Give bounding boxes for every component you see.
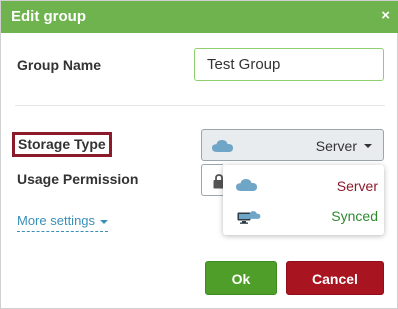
storage-option-server-label: Server (336, 178, 378, 194)
close-icon[interactable]: × (381, 7, 390, 25)
chevron-down-icon (364, 144, 372, 148)
cloud-icon (212, 139, 234, 158)
storage-option-synced[interactable]: Synced (223, 201, 384, 231)
usage-permission-label: Usage Permission (17, 171, 139, 187)
storage-type-selected: Server (315, 138, 357, 154)
ok-button[interactable]: Ok (205, 261, 277, 295)
group-name-label: Group Name (17, 57, 102, 73)
edit-group-dialog: Edit group × Group Name Storage Type Ser… (0, 0, 398, 309)
divider (15, 105, 385, 106)
more-settings-link[interactable]: More settings (17, 213, 109, 232)
usage-permission-select[interactable] (201, 164, 225, 196)
storage-option-server[interactable]: Server (223, 171, 384, 201)
cloud-icon (247, 207, 261, 225)
cloud-icon (236, 178, 258, 197)
chevron-down-icon (100, 219, 109, 224)
storage-type-label: Storage Type (12, 132, 112, 157)
storage-type-select[interactable]: Server (201, 129, 384, 161)
more-settings-label: More settings (17, 213, 96, 228)
storage-option-synced-label: Synced (331, 208, 378, 224)
cancel-button[interactable]: Cancel (286, 261, 384, 295)
group-name-input[interactable] (194, 48, 384, 81)
storage-type-dropdown: Server Synced (223, 165, 384, 235)
dialog-title: Edit group (11, 8, 86, 25)
dialog-titlebar: Edit group × (1, 1, 398, 33)
